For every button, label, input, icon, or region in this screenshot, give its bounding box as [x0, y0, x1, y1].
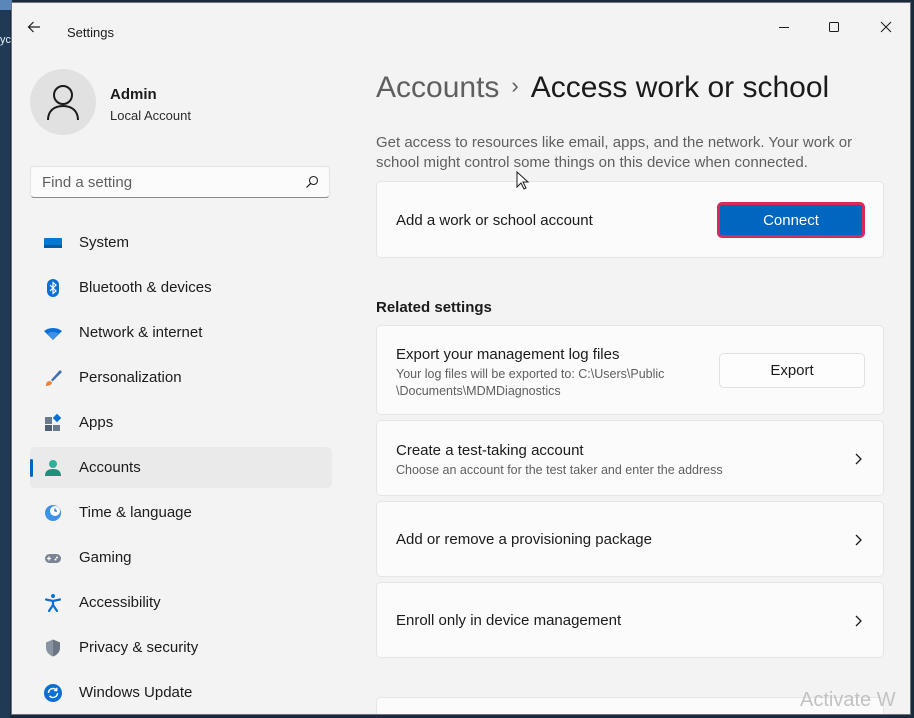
- back-arrow-icon: [27, 21, 40, 33]
- sidebar-item-network[interactable]: Network & internet: [30, 312, 332, 353]
- account-type: Local Account: [110, 108, 191, 123]
- sidebar-item-accounts[interactable]: Accounts: [30, 447, 332, 488]
- export-button[interactable]: Export: [719, 353, 865, 388]
- wifi-icon: [43, 323, 63, 343]
- chevron-right-icon: [855, 534, 862, 546]
- sidebar-item-label: Time & language: [79, 504, 192, 521]
- back-button[interactable]: [26, 19, 52, 45]
- sidebar-item-windows-update[interactable]: Windows Update: [30, 672, 332, 713]
- minimize-icon: [779, 27, 789, 28]
- sidebar-item-apps[interactable]: Apps: [30, 402, 332, 443]
- person-icon: [43, 458, 63, 478]
- chevron-right-icon: [855, 615, 862, 627]
- sidebar-item-label: Bluetooth & devices: [79, 279, 212, 296]
- test-account-card[interactable]: Create a test-taking account Choose an a…: [376, 420, 884, 496]
- sidebar-item-label: Personalization: [79, 369, 182, 386]
- related-settings-heading: Related settings: [376, 299, 492, 316]
- brush-icon: [43, 368, 63, 388]
- desktop-icon-label: yc: [0, 34, 11, 46]
- sidebar-item-accessibility[interactable]: Accessibility: [30, 582, 332, 623]
- activation-watermark: Activate W: [800, 689, 896, 711]
- desktop-background: [0, 0, 10, 718]
- connect-button[interactable]: Connect: [717, 202, 865, 238]
- sidebar-item-privacy[interactable]: Privacy & security: [30, 627, 332, 668]
- breadcrumb-parent[interactable]: Accounts: [376, 71, 499, 104]
- sidebar-item-label: Apps: [79, 414, 114, 431]
- shield-icon: [43, 638, 63, 658]
- apps-icon: [43, 413, 63, 433]
- person-outline-icon: [47, 85, 79, 121]
- test-account-subtitle: Choose an account for the test taker and…: [396, 463, 723, 477]
- enroll-card[interactable]: Enroll only in device management: [376, 582, 884, 658]
- globe-clock-icon: [43, 503, 63, 523]
- minimize-button[interactable]: [761, 11, 807, 43]
- close-button[interactable]: [863, 11, 909, 43]
- export-logs-path-line2: \Documents\MDMDiagnostics: [396, 384, 561, 398]
- sidebar-item-label: Network & internet: [79, 324, 203, 341]
- avatar[interactable]: [30, 69, 96, 135]
- title-bar: Settings: [12, 3, 910, 43]
- maximize-button[interactable]: [811, 11, 857, 43]
- sidebar-item-bluetooth[interactable]: Bluetooth & devices: [30, 267, 332, 308]
- provisioning-card[interactable]: Add or remove a provisioning package: [376, 501, 884, 577]
- system-icon: [43, 233, 63, 253]
- accessibility-icon: [43, 593, 63, 613]
- search-box: [30, 166, 330, 198]
- sidebar-nav: System Bluetooth & devices Network & int…: [30, 222, 332, 714]
- sidebar-item-personalization[interactable]: Personalization: [30, 357, 332, 398]
- bluetooth-icon: [43, 278, 63, 298]
- enroll-title: Enroll only in device management: [396, 612, 622, 629]
- breadcrumb-separator: ›: [511, 73, 519, 98]
- gamepad-icon: [43, 548, 63, 568]
- chevron-right-icon: [855, 453, 862, 465]
- sidebar-item-label: Windows Update: [79, 684, 193, 701]
- breadcrumb: Accounts › Access work or school: [376, 71, 829, 105]
- sidebar-item-time-language[interactable]: Time & language: [30, 492, 332, 533]
- sidebar-item-system[interactable]: System: [30, 222, 332, 263]
- update-icon: [43, 683, 63, 703]
- maximize-icon: [829, 22, 839, 32]
- app-title: Settings: [67, 25, 114, 40]
- sidebar-item-label: Accounts: [79, 459, 141, 476]
- provisioning-title: Add or remove a provisioning package: [396, 531, 652, 548]
- sidebar-item-label: Privacy & security: [79, 639, 199, 656]
- test-account-title: Create a test-taking account: [396, 442, 584, 459]
- export-logs-title: Export your management log files: [396, 346, 620, 363]
- sidebar-item-gaming[interactable]: Gaming: [30, 537, 332, 578]
- add-account-card: Add a work or school account Connect: [376, 181, 884, 258]
- page-title: Access work or school: [530, 71, 830, 104]
- mouse-cursor-icon: [516, 170, 530, 196]
- search-icon[interactable]: [305, 175, 319, 194]
- settings-window: Settings Admin Local Account System: [11, 2, 911, 715]
- export-logs-path-line1: Your log files will be exported to: C:\U…: [396, 367, 665, 381]
- close-icon: [880, 21, 892, 33]
- user-name: Admin: [110, 86, 157, 103]
- sidebar-item-label: System: [79, 234, 130, 251]
- add-account-label: Add a work or school account: [396, 212, 593, 229]
- export-logs-card: Export your management log files Your lo…: [376, 325, 884, 415]
- page-description: Get access to resources like email, apps…: [376, 134, 853, 171]
- search-input[interactable]: [31, 167, 291, 197]
- sidebar-item-label: Accessibility: [79, 594, 161, 611]
- sidebar-item-label: Gaming: [79, 549, 132, 566]
